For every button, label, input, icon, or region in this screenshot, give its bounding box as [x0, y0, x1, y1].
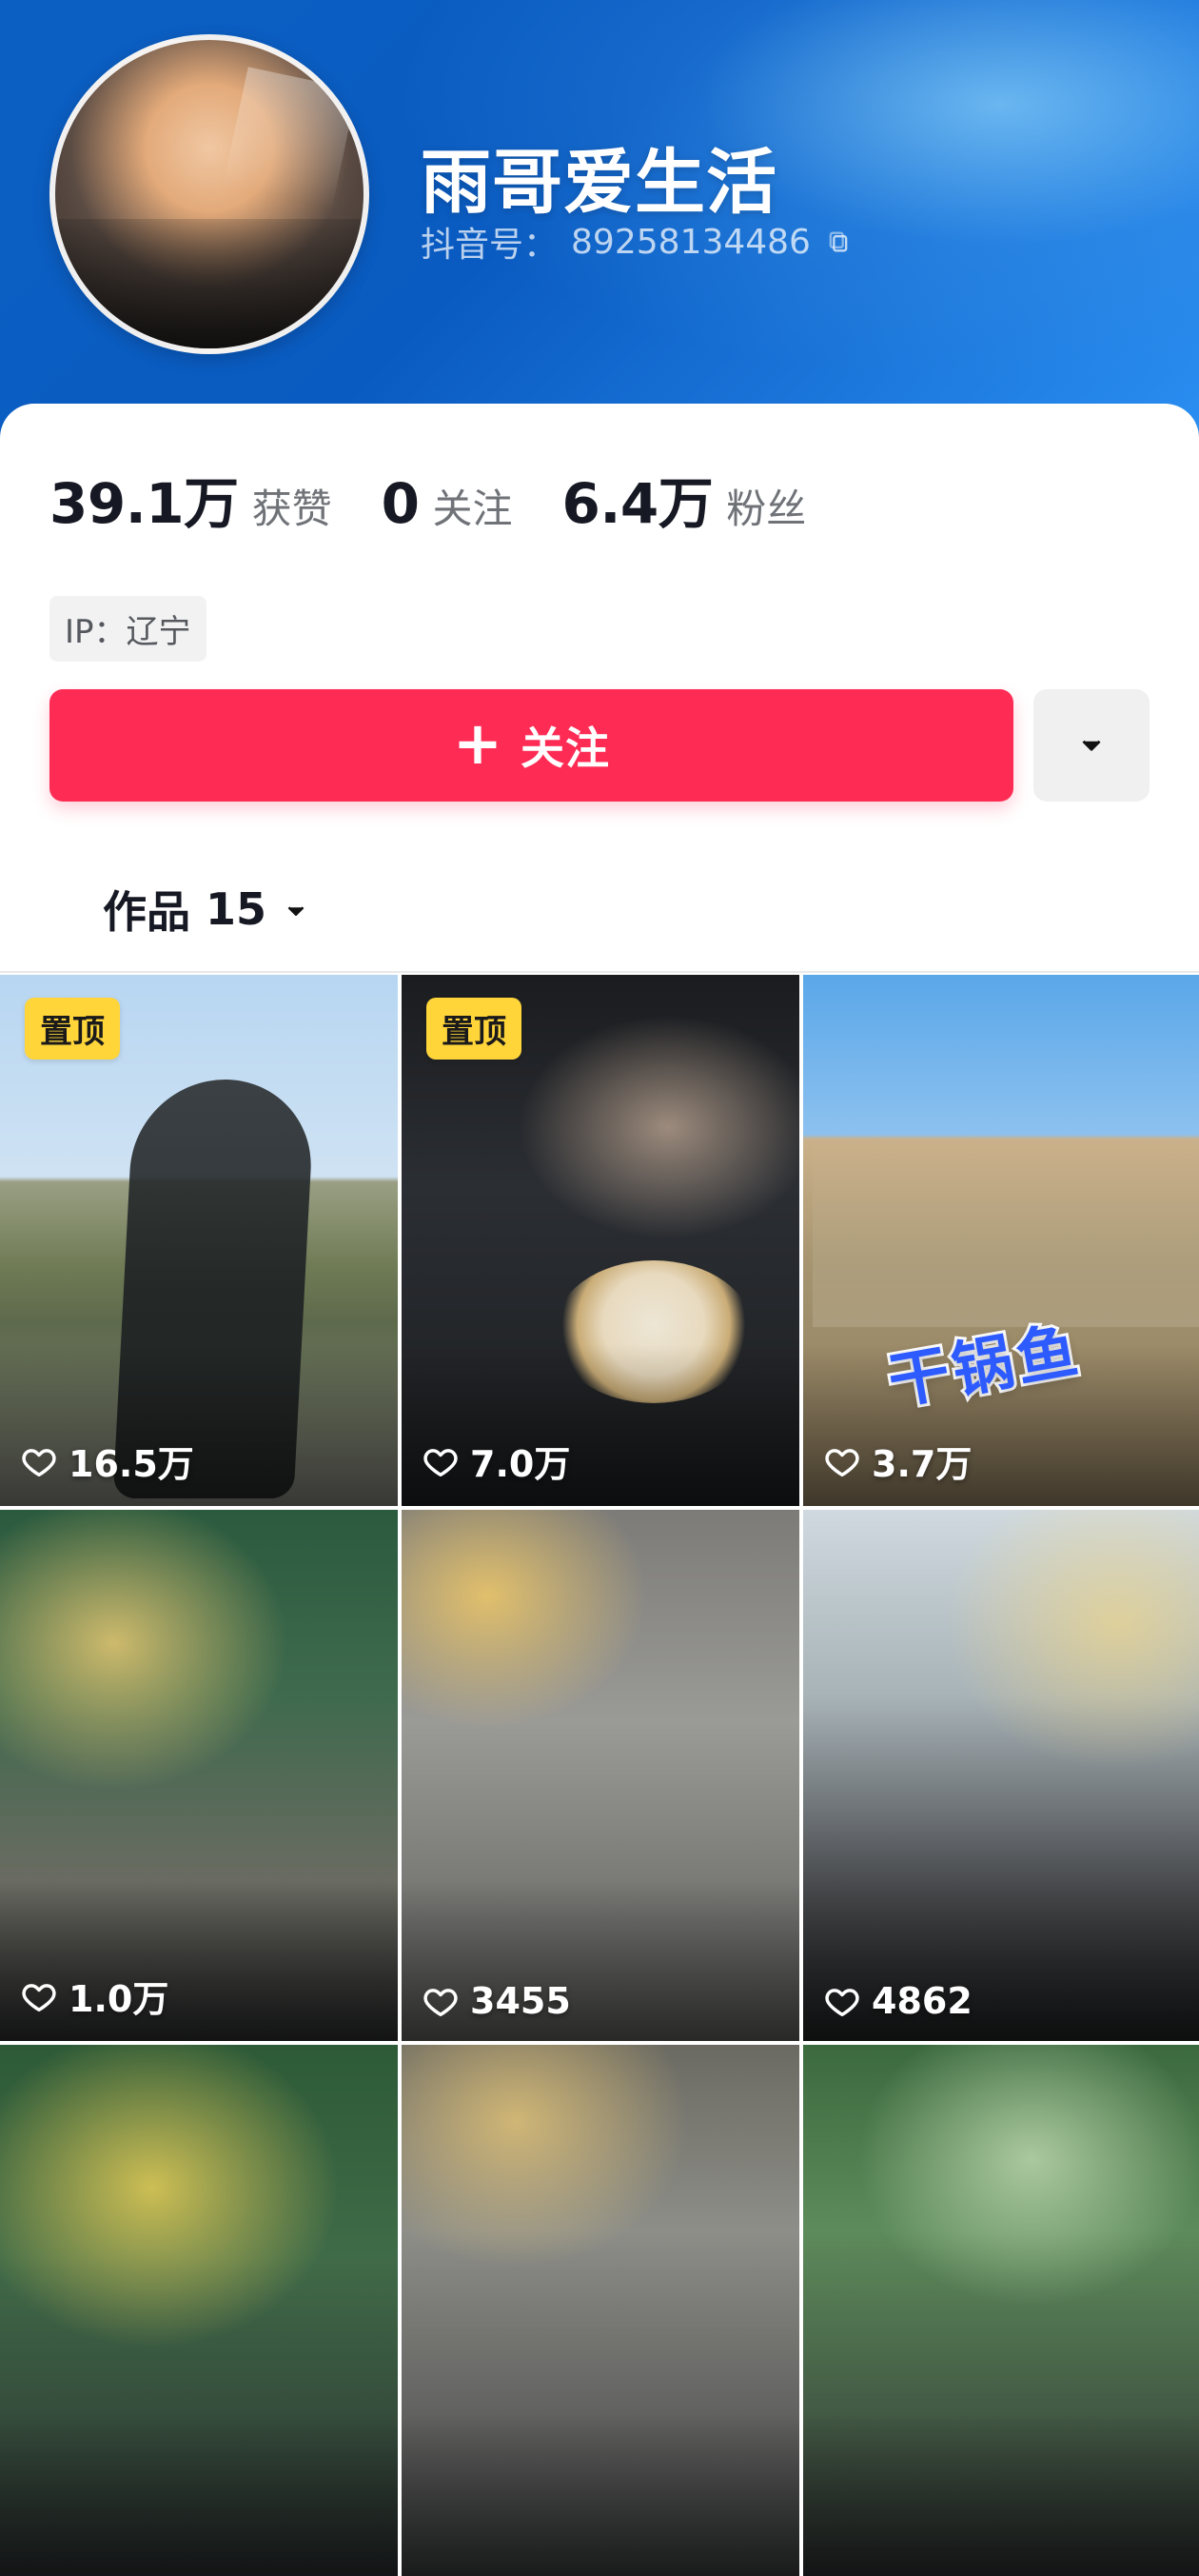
likes-value: 16.5万: [69, 1443, 194, 1485]
douyin-id: 抖音号： 89258134486: [421, 217, 853, 267]
likes-count: 3455: [423, 1980, 571, 2022]
likes-count: 1.0万: [21, 1970, 168, 2022]
tile-shade: [0, 2414, 398, 2576]
stat-followers-label: 粉丝: [726, 485, 807, 532]
video-tile[interactable]: 1.0万: [0, 1510, 398, 2041]
video-tile[interactable]: [803, 2045, 1199, 2576]
likes-value: 3.7万: [872, 1443, 973, 1485]
stat-following[interactable]: 0 关注: [382, 471, 513, 536]
stat-likes[interactable]: 39.1万 获赞: [49, 459, 332, 539]
video-tile[interactable]: 4862: [803, 1510, 1199, 2041]
stat-following-value: 0: [381, 471, 420, 536]
likes-value: 1.0万: [69, 1978, 169, 2020]
works-tab-label: 作品: [103, 886, 190, 938]
video-grid: 置顶 16.5万 置顶 7.0万 干锅鱼 3.7万 1.0万 3455 4862: [0, 975, 1199, 2576]
likes-value: 7.0万: [470, 1443, 571, 1485]
likes-count: 16.5万: [21, 1435, 194, 1487]
video-tile[interactable]: 3455: [402, 1510, 799, 2041]
likes-value: 3455: [470, 1980, 571, 2022]
action-row: + 关注: [49, 689, 1150, 802]
stat-followers[interactable]: 6.4万 粉丝: [562, 459, 807, 539]
heart-icon: [423, 1983, 459, 2019]
likes-value: 4862: [872, 1980, 973, 2022]
heart-icon: [824, 1443, 860, 1479]
heart-icon: [423, 1443, 459, 1479]
pinned-badge: 置顶: [426, 998, 521, 1060]
stat-following-label: 关注: [432, 485, 513, 532]
video-tile[interactable]: 置顶 16.5万: [0, 975, 398, 1506]
heart-icon: [21, 1443, 57, 1479]
video-tile[interactable]: [0, 2045, 398, 2576]
ip-location-chip: IP：辽宁: [49, 596, 206, 662]
stat-likes-value: 39.1万: [49, 471, 239, 536]
stat-likes-label: 获赞: [251, 485, 332, 532]
video-tile[interactable]: 置顶 7.0万: [402, 975, 799, 1506]
caret-down-icon: [282, 897, 310, 925]
likes-count: 4862: [824, 1980, 973, 2022]
more-options-button[interactable]: [1033, 689, 1150, 802]
likes-count: 3.7万: [824, 1435, 972, 1487]
heart-icon: [824, 1983, 860, 2019]
works-tab[interactable]: 作品 15: [103, 878, 310, 941]
copy-icon[interactable]: [824, 228, 853, 256]
profile-name: 雨哥爱生活: [421, 142, 777, 224]
works-tab-count: 15: [206, 883, 267, 935]
pinned-badge: 置顶: [25, 998, 120, 1060]
tile-shade: [803, 2414, 1199, 2576]
follow-button[interactable]: + 关注: [49, 689, 1013, 802]
profile-stats: 39.1万 获赞 0 关注 6.4万 粉丝: [49, 459, 806, 539]
video-tile[interactable]: [402, 2045, 799, 2576]
douyin-id-value: 89258134486: [571, 222, 811, 262]
tile-shade: [402, 2414, 799, 2576]
likes-count: 7.0万: [423, 1435, 570, 1487]
avatar[interactable]: [49, 34, 369, 354]
video-tile[interactable]: 干锅鱼 3.7万: [803, 975, 1199, 1506]
caret-down-icon: [1082, 740, 1101, 751]
profile-card: 39.1万 获赞 0 关注 6.4万 粉丝 IP：辽宁 + 关注 作品 15 置…: [0, 404, 1199, 2576]
follow-button-label: 关注: [520, 723, 610, 774]
profile-header: 雨哥爱生活 抖音号： 89258134486: [0, 0, 1199, 457]
plus-icon: +: [453, 708, 503, 778]
divider: [0, 971, 1199, 973]
stat-followers-value: 6.4万: [561, 471, 714, 536]
heart-icon: [21, 1978, 57, 2014]
douyin-id-label: 抖音号：: [421, 226, 559, 265]
